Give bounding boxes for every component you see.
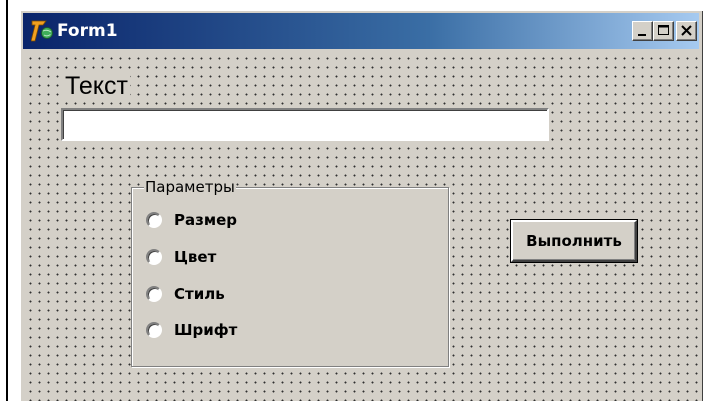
- radio-option-color[interactable]: Цвет: [146, 245, 216, 269]
- radio-label-font: Шрифт: [174, 321, 238, 339]
- title-bar[interactable]: Form1: [23, 13, 699, 49]
- close-button[interactable]: [676, 21, 697, 41]
- minimize-icon: [638, 34, 646, 36]
- radio-button-icon[interactable]: [146, 286, 162, 302]
- radio-button-icon[interactable]: [146, 322, 162, 338]
- radio-option-size[interactable]: Размер: [146, 208, 237, 232]
- radio-option-font[interactable]: Шрифт: [146, 318, 237, 342]
- groupbox-caption: Параметры: [144, 178, 236, 196]
- window-title: Form1: [57, 21, 118, 41]
- text-label: Текст: [63, 71, 130, 101]
- execute-button[interactable]: Выполнить: [511, 220, 637, 262]
- radio-option-style[interactable]: Стиль: [146, 282, 225, 306]
- radio-button-icon[interactable]: [146, 249, 162, 265]
- maximize-button[interactable]: [653, 21, 674, 41]
- maximize-icon: [658, 25, 669, 35]
- minimize-button[interactable]: [632, 21, 653, 41]
- text-input[interactable]: [61, 108, 549, 141]
- delphi-app-icon: [31, 20, 53, 42]
- left-edge-line: [6, 0, 8, 401]
- form-window: Form1 Текст Параметры Размер Цвет Стиль …: [19, 9, 703, 401]
- radio-label-color: Цвет: [174, 248, 217, 266]
- form-client-area: Текст Параметры Размер Цвет Стиль Шрифт …: [23, 51, 699, 401]
- radio-label-style: Стиль: [174, 285, 225, 303]
- close-icon: [681, 25, 692, 36]
- parameters-groupbox: Параметры Размер Цвет Стиль Шрифт: [131, 178, 449, 367]
- radio-button-icon[interactable]: [146, 212, 162, 228]
- radio-label-size: Размер: [174, 211, 238, 229]
